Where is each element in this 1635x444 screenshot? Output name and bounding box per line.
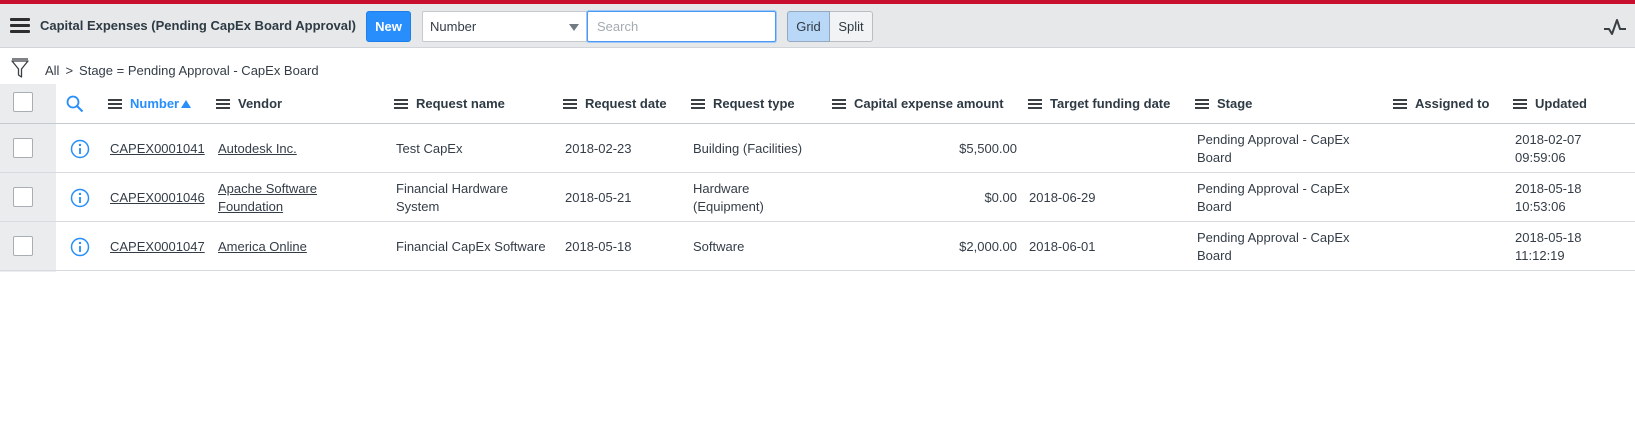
select-all-checkbox[interactable] (13, 92, 33, 112)
request-date-cell: 2018-05-18 (565, 239, 632, 254)
stage-cell-line-2: Board (1197, 248, 1232, 263)
amount-cell: $5,500.00 (959, 141, 1017, 156)
request-date-cell: 2018-05-21 (565, 190, 632, 205)
updated-time-cell: 10:53:06 (1515, 199, 1566, 214)
amount-cell: $2,000.00 (959, 239, 1017, 254)
vendor-link[interactable]: Autodesk Inc. (218, 140, 297, 158)
activity-pulse-icon[interactable] (1603, 18, 1627, 38)
column-header-vendor[interactable]: Vendor (238, 96, 282, 111)
request-type-cell: Building (Facilities) (693, 141, 803, 156)
request-name-cell: Test CapEx (396, 141, 463, 156)
target-funding-date-cell: 2018-06-29 (1029, 190, 1096, 205)
chevron-down-icon (569, 24, 579, 31)
info-circle-icon[interactable] (70, 237, 90, 257)
column-menu-icon[interactable] (1393, 99, 1407, 110)
request-type-cell-line-1: Hardware (693, 181, 750, 196)
vendor-link[interactable]: America Online (218, 238, 307, 256)
list-header: Capital Expenses (Pending CapEx Board Ap… (0, 4, 1635, 48)
column-menu-icon[interactable] (1195, 99, 1209, 110)
updated-date-cell: 2018-05-18 (1515, 230, 1582, 245)
funnel-filter-icon[interactable] (10, 58, 30, 80)
record-number-link[interactable]: CAPEX0001041 (110, 140, 205, 158)
column-menu-icon[interactable] (832, 99, 846, 110)
row-checkbox[interactable] (13, 187, 33, 207)
column-menu-icon[interactable] (1028, 99, 1042, 110)
table-header-row: Number Vendor Request name Request date … (0, 84, 1635, 124)
column-header-capital-expense-amount[interactable]: Capital expense amount (854, 96, 1004, 111)
page-title: Capital Expenses (Pending CapEx Board Ap… (40, 18, 356, 33)
magnifier-search-icon[interactable] (66, 95, 84, 113)
column-menu-icon[interactable] (394, 99, 408, 110)
vendor-link-line-2[interactable]: Foundation (218, 198, 283, 216)
request-type-cell: Software (693, 239, 745, 254)
updated-time-cell: 09:59:06 (1515, 150, 1566, 165)
column-header-updated[interactable]: Updated (1535, 96, 1587, 111)
column-menu-icon[interactable] (216, 99, 230, 110)
updated-date-cell: 2018-05-18 (1515, 181, 1582, 196)
table-row: CAPEX0001041 Autodesk Inc. Test CapEx 20… (0, 124, 1635, 173)
view-split-button[interactable]: Split (830, 11, 873, 42)
row-checkbox[interactable] (13, 138, 33, 158)
new-button[interactable]: New (366, 11, 411, 42)
column-header-request-name[interactable]: Request name (416, 96, 505, 111)
request-type-cell-line-2: (Equipment) (693, 199, 764, 214)
stage-cell-line-2: Board (1197, 199, 1232, 214)
updated-date-cell: 2018-02-07 (1515, 132, 1582, 147)
stage-cell-line-1: Pending Approval - CapEx (1197, 230, 1350, 245)
column-header-number[interactable]: Number (130, 96, 192, 111)
request-name-cell-line-1: Financial Hardware (396, 181, 508, 196)
request-date-cell: 2018-02-23 (565, 141, 632, 156)
info-circle-icon[interactable] (70, 139, 90, 159)
breadcrumb-separator: > (65, 63, 74, 78)
breadcrumb: All > Stage = Pending Approval - CapEx Boa… (0, 56, 1635, 84)
target-funding-date-cell: 2018-06-01 (1029, 239, 1096, 254)
hamburger-menu-icon[interactable] (10, 18, 30, 34)
stage-cell-line-1: Pending Approval - CapEx (1197, 132, 1350, 147)
sort-ascending-icon (181, 100, 192, 108)
vendor-link-line-1[interactable]: Apache Software (218, 180, 317, 198)
updated-time-cell: 11:12:19 (1515, 248, 1565, 263)
table-row: CAPEX0001047 America Online Financial Ca… (0, 222, 1635, 271)
column-header-request-date[interactable]: Request date (585, 96, 667, 111)
view-grid-button[interactable]: Grid (787, 11, 830, 42)
stage-cell-line-1: Pending Approval - CapEx (1197, 181, 1350, 196)
column-header-stage[interactable]: Stage (1217, 96, 1252, 111)
column-header-target-funding-date[interactable]: Target funding date (1050, 96, 1170, 111)
search-field-selected-value: Number (430, 19, 477, 34)
search-input[interactable] (587, 11, 776, 42)
amount-cell: $0.00 (984, 190, 1017, 205)
request-name-cell: Financial CapEx Software (396, 239, 546, 254)
column-menu-icon[interactable] (691, 99, 705, 110)
record-number-link[interactable]: CAPEX0001046 (110, 189, 205, 207)
column-header-request-type[interactable]: Request type (713, 96, 795, 111)
row-checkbox[interactable] (13, 236, 33, 256)
stage-cell-line-2: Board (1197, 150, 1232, 165)
breadcrumb-stage-filter[interactable]: Stage = Pending Approval - CapEx Board (79, 63, 319, 78)
column-header-assigned-to[interactable]: Assigned to (1415, 96, 1489, 111)
table-row: CAPEX0001046 Apache Software Foundation … (0, 173, 1635, 222)
column-menu-icon[interactable] (108, 99, 122, 110)
column-label: Number (130, 96, 180, 111)
info-circle-icon[interactable] (70, 188, 90, 208)
breadcrumb-all[interactable]: All (45, 63, 59, 78)
request-name-cell-line-2: System (396, 199, 440, 214)
search-field-select[interactable]: Number (422, 11, 587, 42)
column-menu-icon[interactable] (563, 99, 577, 110)
record-number-link[interactable]: CAPEX0001047 (110, 238, 205, 256)
column-menu-icon[interactable] (1513, 99, 1527, 110)
